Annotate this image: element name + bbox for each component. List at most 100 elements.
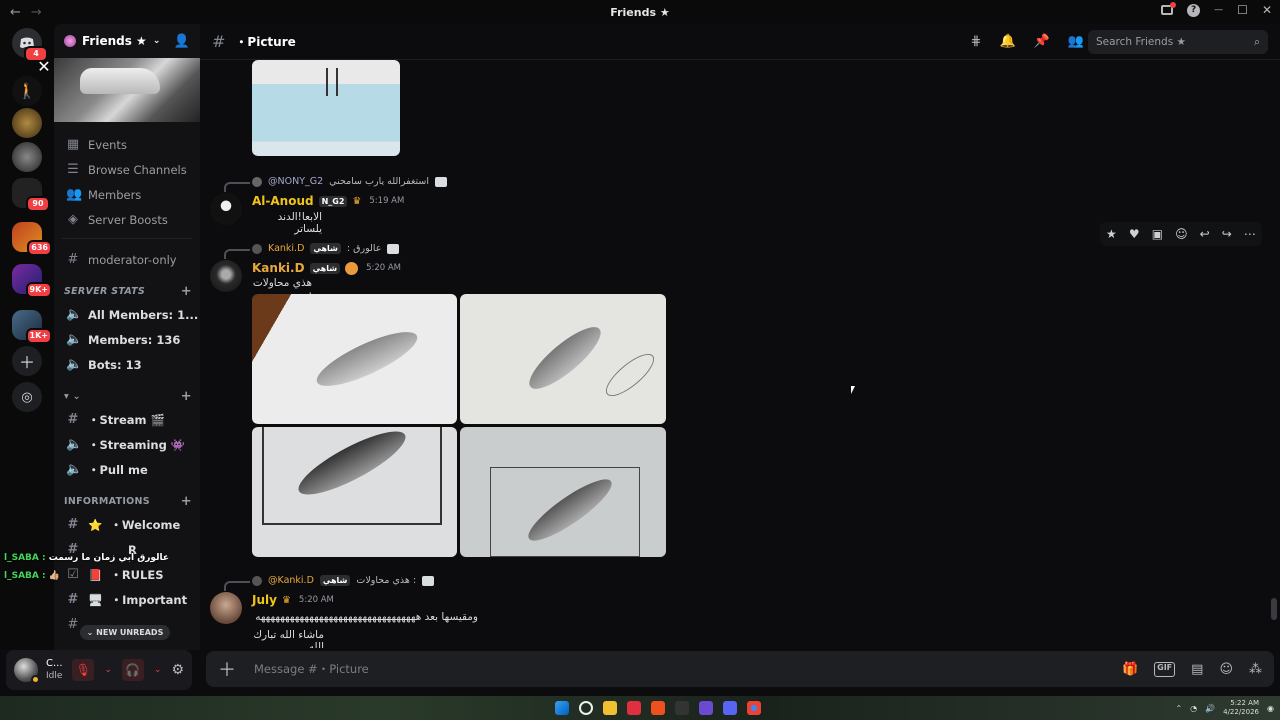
channel-important[interactable]: # 🖥 ・Important: [54, 587, 200, 612]
author-name[interactable]: July: [252, 593, 277, 607]
notification-icon[interactable]: ◉: [1267, 704, 1274, 713]
gif-button[interactable]: GIF: [1154, 661, 1176, 677]
volume-icon[interactable]: 🔊: [1205, 704, 1215, 713]
sidebar-item-events[interactable]: ▦ Events: [54, 132, 200, 157]
gallery-image-feather-1[interactable]: [252, 294, 457, 424]
sidebar-item-members[interactable]: 👥 Members: [54, 182, 200, 207]
invite-user-icon[interactable]: 👤: [174, 34, 190, 49]
close-button[interactable]: ✕: [1262, 3, 1272, 17]
channel-pull-me[interactable]: 🔈 ・Pull me: [54, 457, 200, 482]
threads-icon[interactable]: ⋕: [971, 34, 982, 49]
app-icon[interactable]: [699, 701, 713, 715]
windows-start-icon[interactable]: [555, 701, 569, 715]
notification-bell-icon[interactable]: 🔔: [999, 34, 1015, 49]
server-folder-icon[interactable]: 90: [12, 178, 50, 212]
add-channel-icon[interactable]: +: [181, 494, 192, 509]
attach-plus-icon[interactable]: ＋: [218, 656, 236, 682]
chevron-down-icon: ⌄: [152, 36, 161, 46]
message-input[interactable]: Message #・Picture: [254, 661, 369, 677]
mic-muted-icon[interactable]: 🎙: [72, 659, 95, 681]
sticker-icon[interactable]: ▤: [1191, 662, 1203, 677]
chevron-down-icon[interactable]: ⌄: [154, 665, 162, 675]
add-server-icon[interactable]: ＋: [12, 346, 42, 376]
avatar: [252, 575, 262, 586]
sidebar-item-server-boosts[interactable]: ◈ Server Boosts: [54, 207, 200, 232]
heart-react-icon[interactable]: ♥: [1129, 227, 1140, 241]
server-x-icon[interactable]: ✕: [34, 56, 54, 76]
message-image[interactable]: [252, 60, 400, 156]
home-discord-icon[interactable]: 4: [12, 28, 48, 62]
avatar[interactable]: [210, 260, 242, 292]
headset-deafened-icon[interactable]: 🎧: [121, 659, 144, 681]
reply-icon[interactable]: ↩: [1200, 227, 1210, 241]
role-tag: شاهي: [309, 262, 341, 274]
discord-app-icon[interactable]: [723, 701, 737, 715]
author-name[interactable]: Kanki.D: [252, 261, 305, 275]
server-folder-icon[interactable]: 1K+: [12, 310, 52, 344]
channel-stream[interactable]: # ・Stream 🎬: [54, 407, 200, 432]
add-reaction-icon[interactable]: ☺: [1175, 227, 1188, 241]
custom-emoji-icon[interactable]: ▣: [1152, 227, 1163, 241]
reply-preview[interactable]: @NONY_G2 استغفرالله يارب سامحني: [224, 176, 447, 192]
server-header[interactable]: Friends ★ ⌄ 👤: [54, 24, 200, 58]
author-name[interactable]: Al-Anoud: [252, 194, 314, 208]
category-server-stats[interactable]: SERVER STATS +: [54, 280, 200, 302]
channel-moderator-only[interactable]: # moderator-only: [54, 247, 200, 272]
reply-preview[interactable]: @Kanki.D شاهي هذي محاولات :: [224, 575, 435, 591]
server-folder-icon[interactable]: 636: [12, 222, 52, 256]
gallery-image-feather-3[interactable]: [252, 427, 457, 557]
help-icon[interactable]: ?: [1187, 3, 1201, 17]
brave-browser-icon[interactable]: [651, 701, 665, 715]
emoji-icon[interactable]: ☺: [1219, 662, 1233, 677]
avatar[interactable]: [210, 592, 242, 624]
add-channel-icon[interactable]: +: [181, 284, 192, 299]
forward-icon[interactable]: ↪: [1222, 227, 1232, 241]
more-options-icon[interactable]: ⋯: [1244, 227, 1256, 241]
channel-welcome[interactable]: # ⭐ ・Welcome: [54, 512, 200, 537]
search-icon[interactable]: [579, 701, 593, 715]
chrome-icon[interactable]: [747, 701, 761, 715]
star-react-icon[interactable]: ★: [1106, 227, 1117, 241]
minimize-button[interactable]: —: [1214, 5, 1223, 15]
forward-arrow-icon[interactable]: →: [31, 5, 42, 20]
wifi-icon[interactable]: ◔: [1190, 704, 1197, 713]
boost-icon: ◈: [68, 212, 78, 227]
apps-icon[interactable]: ⁂: [1249, 662, 1262, 677]
server-folder-icon[interactable]: 9K+: [12, 264, 52, 298]
server-figure-icon[interactable]: 🚶: [12, 76, 42, 106]
tray-chevron-icon[interactable]: ⌃: [1175, 704, 1182, 713]
channel-bots-count[interactable]: 🔈 Bots: 13: [54, 352, 200, 377]
scrollbar-thumb[interactable]: [1271, 598, 1277, 620]
back-arrow-icon[interactable]: ←: [10, 5, 21, 20]
inbox-icon[interactable]: [1161, 2, 1177, 15]
pin-icon[interactable]: 📌: [1034, 34, 1050, 49]
reply-preview[interactable]: Kanki.D شاهي : عالورق: [224, 243, 400, 259]
discover-icon[interactable]: ◎: [12, 382, 42, 412]
message-composer[interactable]: ＋ Message #・Picture 🎁 GIF ▤ ☺ ⁂: [206, 651, 1274, 687]
gallery-image-feather-4[interactable]: [460, 427, 666, 557]
sidebar-item-browse-channels[interactable]: ☰ Browse Channels: [54, 157, 200, 182]
maximize-button[interactable]: ☐: [1237, 3, 1248, 17]
voice-icon: 🔈: [66, 437, 83, 452]
server-active-icon[interactable]: [12, 142, 42, 172]
terminal-icon[interactable]: [675, 701, 689, 715]
photoshop-icon[interactable]: [627, 701, 641, 715]
avatar[interactable]: [210, 193, 242, 225]
category-informations[interactable]: INFORMATIONS +: [54, 490, 200, 512]
server-avatar-icon[interactable]: [12, 108, 42, 138]
search-input[interactable]: Search Friends ★ ⌕: [1088, 30, 1268, 54]
settings-gear-icon[interactable]: ⚙: [171, 662, 184, 678]
gift-icon[interactable]: 🎁: [1122, 662, 1138, 677]
avatar[interactable]: [14, 658, 40, 684]
channel-rules[interactable]: ☑ 📕 ・RULES: [54, 562, 200, 587]
gallery-image-feather-2[interactable]: [460, 294, 666, 424]
channel-all-members[interactable]: 🔈 All Members: 1...: [54, 302, 200, 327]
new-unreads-pill[interactable]: ⌄ NEW UNREADS: [80, 625, 170, 640]
add-channel-icon[interactable]: +: [181, 389, 192, 404]
category-unnamed[interactable]: ▾ ⌄ +: [54, 385, 200, 407]
channel-members-count[interactable]: 🔈 Members: 136: [54, 327, 200, 352]
member-list-icon[interactable]: 👥: [1068, 34, 1084, 49]
file-explorer-icon[interactable]: [603, 701, 617, 715]
channel-streaming[interactable]: 🔈 ・Streaming 👾: [54, 432, 200, 457]
chevron-down-icon[interactable]: ⌄: [104, 665, 112, 675]
